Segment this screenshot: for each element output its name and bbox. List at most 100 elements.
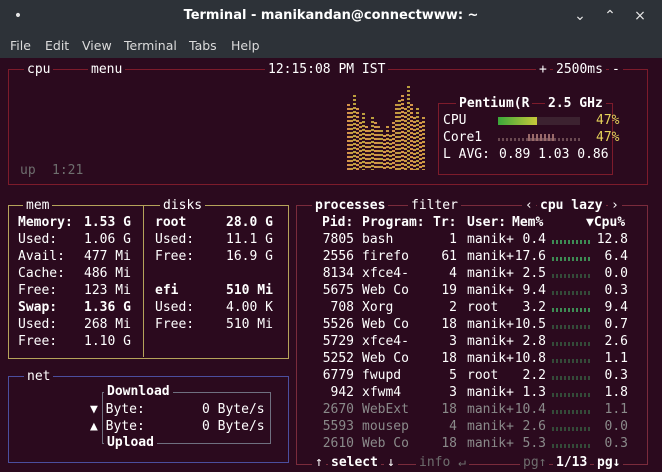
proc-pid: 5526 [322, 317, 354, 332]
table-row[interactable]: 7805 bash 1 manik+ 0.4 12.8 [302, 231, 632, 248]
proc-cpu: 0.7 [604, 317, 628, 332]
page-down[interactable]: pg↓ [594, 454, 624, 471]
table-row[interactable]: 942 xfwm4 3 manik+ 1.3 1.8 [302, 384, 632, 401]
sort-mode[interactable]: cpu lazy [537, 197, 606, 214]
proc-pid: 5729 [322, 334, 354, 349]
proc-user: manik+ [467, 419, 514, 434]
page-count: 1/13 [553, 454, 591, 471]
proc-cpu: 1.8 [604, 385, 628, 400]
load-label: L AVG: [443, 147, 490, 162]
terminal-area[interactable]: cpu menu 12:15:08 PM IST + 2500ms - up 1… [0, 58, 662, 472]
menu-view[interactable]: View [82, 38, 112, 53]
minimize-icon[interactable]: ⌄ [570, 6, 590, 26]
table-row[interactable]: 5526 Web Co 18 manik+ 10.5 0.7 [302, 316, 632, 333]
cpu-row-label: CPU [443, 113, 467, 128]
table-row[interactable]: 5252 Web Co 18 manik+ 10.8 1.1 [302, 350, 632, 367]
cpu-meter-fill [498, 117, 537, 125]
proc-cpu: 0.0 [604, 266, 628, 281]
proc-pid: 8134 [322, 266, 354, 281]
proc-cpu: 0.0 [604, 419, 628, 434]
proc-user: manik+ [467, 266, 514, 281]
proc-header: Pid: Program: Tr: User: Mem% ▼Cpu% [302, 214, 632, 231]
proc-mem: 2.8 [522, 334, 546, 349]
interval-plus[interactable]: + [536, 61, 550, 78]
mem-free: 123 Mi [84, 283, 131, 298]
col-program[interactable]: Program: [362, 214, 425, 231]
proc-user: manik+ [467, 283, 514, 298]
select-label[interactable]: select [328, 454, 381, 471]
col-pid[interactable]: Pid: [322, 214, 353, 231]
proc-program: Web Co [362, 351, 409, 366]
table-row[interactable]: 2556 firefo 61 manik+ 17.6 6.4 [302, 248, 632, 265]
proc-program: Web Co [362, 283, 409, 298]
table-row[interactable]: 708 Xorg 2 root 3.2 9.4 [302, 299, 632, 316]
proc-pid: 5675 [322, 283, 354, 298]
proc-mem: 10.5 [514, 317, 546, 332]
proc-cpu-sparkline [552, 410, 590, 414]
proc-mem: 9.4 [522, 283, 546, 298]
table-row[interactable]: 5729 xfce4- 3 manik+ 2.8 2.6 [302, 333, 632, 350]
menu-tab[interactable]: menu [88, 61, 126, 78]
swap-used: 268 Mi [84, 317, 131, 332]
maximize-icon[interactable]: ⌃ [600, 6, 620, 26]
proc-pid: 942 [330, 385, 354, 400]
proc-threads: 4 [449, 266, 457, 281]
proc-program: xfce4- [362, 334, 409, 349]
disk-efi-free: 510 Mi [226, 317, 273, 332]
proc-mem: 2.2 [522, 368, 546, 383]
proc-user: manik+ [467, 385, 514, 400]
cpu-tab[interactable]: cpu [24, 61, 54, 78]
proc-cpu: 0.3 [604, 368, 628, 383]
proc-program: fwupd [362, 368, 402, 383]
interval-minus[interactable]: - [609, 61, 623, 78]
table-row[interactable]: 8134 xfce4- 4 manik+ 2.5 0.0 [302, 265, 632, 282]
proc-program: Xorg [362, 300, 394, 315]
proc-title[interactable]: processes [312, 197, 389, 214]
sort-prev[interactable]: ‹ [522, 197, 536, 214]
menu-edit[interactable]: Edit [45, 38, 69, 53]
memory-value: 1.53 G [84, 215, 131, 230]
col-mem[interactable]: Mem% [512, 214, 543, 231]
table-row[interactable]: 2610 Web Co 18 manik+ 5.3 0.3 [302, 435, 632, 452]
net-up-value: 0 Byte/s [202, 419, 265, 434]
proc-cpu: 6.4 [604, 249, 628, 264]
proc-threads: 2 [449, 300, 457, 315]
proc-user: manik+ [467, 402, 514, 417]
col-user[interactable]: User: [467, 214, 506, 231]
proc-program: bash [362, 232, 394, 247]
proc-threads: 18 [441, 317, 457, 332]
mem-cache: 486 Mi [84, 266, 131, 281]
proc-filter[interactable]: filter [408, 197, 461, 214]
proc-user: manik+ [467, 249, 514, 264]
sort-next[interactable]: › [608, 197, 622, 214]
cpu-freq: 2.5 GHz [545, 95, 606, 112]
disk-root-size: 28.0 G [226, 215, 273, 230]
table-row[interactable]: 5593 mousep 4 manik+ 2.6 0.0 [302, 418, 632, 435]
proc-cpu-sparkline [552, 393, 590, 397]
proc-user: root [467, 300, 499, 315]
menu-help[interactable]: Help [231, 38, 260, 53]
net-up-label: ▲ Byte: [90, 419, 145, 434]
info-button[interactable]: info ↵ [416, 454, 469, 471]
select-up[interactable]: ↑ [312, 454, 326, 471]
menu-file[interactable]: File [10, 38, 31, 53]
cpu-pct: 47% [596, 113, 620, 128]
table-row[interactable]: 6779 fwupd 5 root 2.2 0.3 [302, 367, 632, 384]
proc-threads: 18 [441, 351, 457, 366]
table-row[interactable]: 2670 WebExt 18 manik+ 10.4 1.1 [302, 401, 632, 418]
table-row[interactable]: 5675 Web Co 19 manik+ 9.4 0.3 [302, 282, 632, 299]
proc-cpu-sparkline [552, 274, 590, 278]
col-cpu[interactable]: ▼Cpu% [586, 214, 625, 231]
select-down[interactable]: ↓ [384, 454, 398, 471]
proc-program: Web Co [362, 317, 409, 332]
menu-tabs[interactable]: Tabs [189, 38, 217, 53]
page-up[interactable]: pg↑ [520, 454, 550, 471]
proc-cpu-sparkline [552, 240, 590, 244]
col-threads[interactable]: Tr: [433, 214, 456, 231]
disk-efi-used-label: Used: [155, 300, 195, 315]
proc-cpu: 0.3 [604, 283, 628, 298]
proc-mem: 0.4 [522, 232, 546, 247]
menu-terminal[interactable]: Terminal [124, 38, 177, 53]
close-icon[interactable]: × [630, 6, 650, 26]
proc-cpu-sparkline [552, 376, 590, 380]
